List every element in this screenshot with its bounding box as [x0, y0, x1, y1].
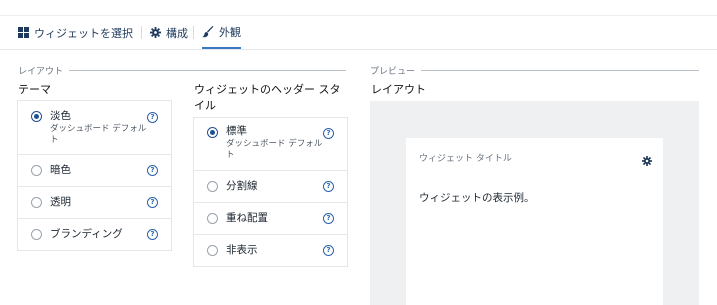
- help-icon[interactable]: ?: [147, 112, 158, 123]
- preview-section-header: プレビュー: [370, 64, 699, 77]
- theme-option-branding[interactable]: ブランディング ?: [18, 219, 171, 250]
- option-label: 透明: [50, 196, 71, 208]
- theme-options: 淡色 ダッシュボード デフォルト ? 暗色 ? 透明 ? ブランディング ?: [17, 100, 172, 251]
- radio-button[interactable]: [31, 197, 42, 208]
- tab-label: ウィジェットを選択: [34, 26, 133, 40]
- help-icon[interactable]: ?: [323, 245, 334, 256]
- option-label: 重ね配置: [226, 212, 268, 224]
- option-label: 淡色: [50, 110, 71, 122]
- preview-widget: ウィジェット タイトル ウィジェットの表示例。: [406, 138, 663, 305]
- paintbrush-icon: [202, 25, 214, 38]
- theme-option-light[interactable]: 淡色 ダッシュボード デフォルト ?: [18, 101, 171, 155]
- preview-layout-label: レイアウト: [371, 83, 426, 96]
- radio-button[interactable]: [207, 245, 218, 256]
- header-style-options: 標準 ダッシュボード デフォルト ? 分割線 ? 重ね配置 ? 非表示 ?: [193, 117, 348, 267]
- option-label: 標準: [226, 125, 247, 137]
- layout-section-header: レイアウト: [18, 64, 346, 77]
- tab-separator: [193, 26, 194, 39]
- help-icon[interactable]: ?: [147, 197, 158, 208]
- widget-body-text: ウィジェットの表示例。: [419, 192, 535, 204]
- tab-bar: ウィジェットを選択 構成 外観: [0, 16, 717, 50]
- help-icon[interactable]: ?: [323, 128, 334, 139]
- option-label: ブランディング: [50, 228, 123, 240]
- gear-icon: [642, 151, 652, 170]
- option-label: 非表示: [226, 244, 258, 256]
- radio-button[interactable]: [207, 181, 218, 192]
- radio-button[interactable]: [207, 213, 218, 224]
- tab-configure[interactable]: 構成: [150, 16, 188, 49]
- widget-title: ウィジェット タイトル: [419, 154, 512, 164]
- option-sublabel: ダッシュボード デフォルト: [226, 139, 323, 160]
- radio-button[interactable]: [31, 165, 42, 176]
- radio-button[interactable]: [207, 127, 218, 138]
- option-label: 暗色: [50, 164, 71, 176]
- gear-icon: [150, 27, 161, 38]
- radio-button[interactable]: [31, 229, 42, 240]
- help-icon[interactable]: ?: [323, 213, 334, 224]
- header-style-option-overlay[interactable]: 重ね配置 ?: [194, 203, 347, 235]
- section-title: レイアウト: [18, 67, 64, 77]
- grid-icon: [18, 27, 29, 38]
- help-icon[interactable]: ?: [147, 229, 158, 240]
- tab-appearance[interactable]: 外観: [202, 16, 241, 49]
- section-title: プレビュー: [370, 67, 416, 77]
- header-style-option-standard[interactable]: 標準 ダッシュボード デフォルト ?: [194, 118, 347, 171]
- section-rule: [69, 70, 346, 71]
- help-icon[interactable]: ?: [147, 165, 158, 176]
- theme-label: テーマ: [18, 83, 51, 96]
- header-style-option-divider[interactable]: 分割線 ?: [194, 171, 347, 203]
- theme-option-transparent[interactable]: 透明 ?: [18, 187, 171, 219]
- help-icon[interactable]: ?: [323, 181, 334, 192]
- tab-separator: [141, 26, 142, 39]
- tab-label: 構成: [166, 26, 188, 40]
- tab-label: 外観: [219, 25, 241, 39]
- tab-select-widget[interactable]: ウィジェットを選択: [18, 16, 133, 49]
- radio-button[interactable]: [31, 111, 42, 122]
- option-sublabel: ダッシュボード デフォルト: [50, 124, 147, 145]
- option-label: 分割線: [226, 180, 258, 192]
- header-style-option-hidden[interactable]: 非表示 ?: [194, 235, 347, 266]
- section-rule: [421, 70, 699, 71]
- header-style-label: ウィジェットのヘッダー スタイル: [194, 83, 341, 112]
- theme-option-dark[interactable]: 暗色 ?: [18, 155, 171, 187]
